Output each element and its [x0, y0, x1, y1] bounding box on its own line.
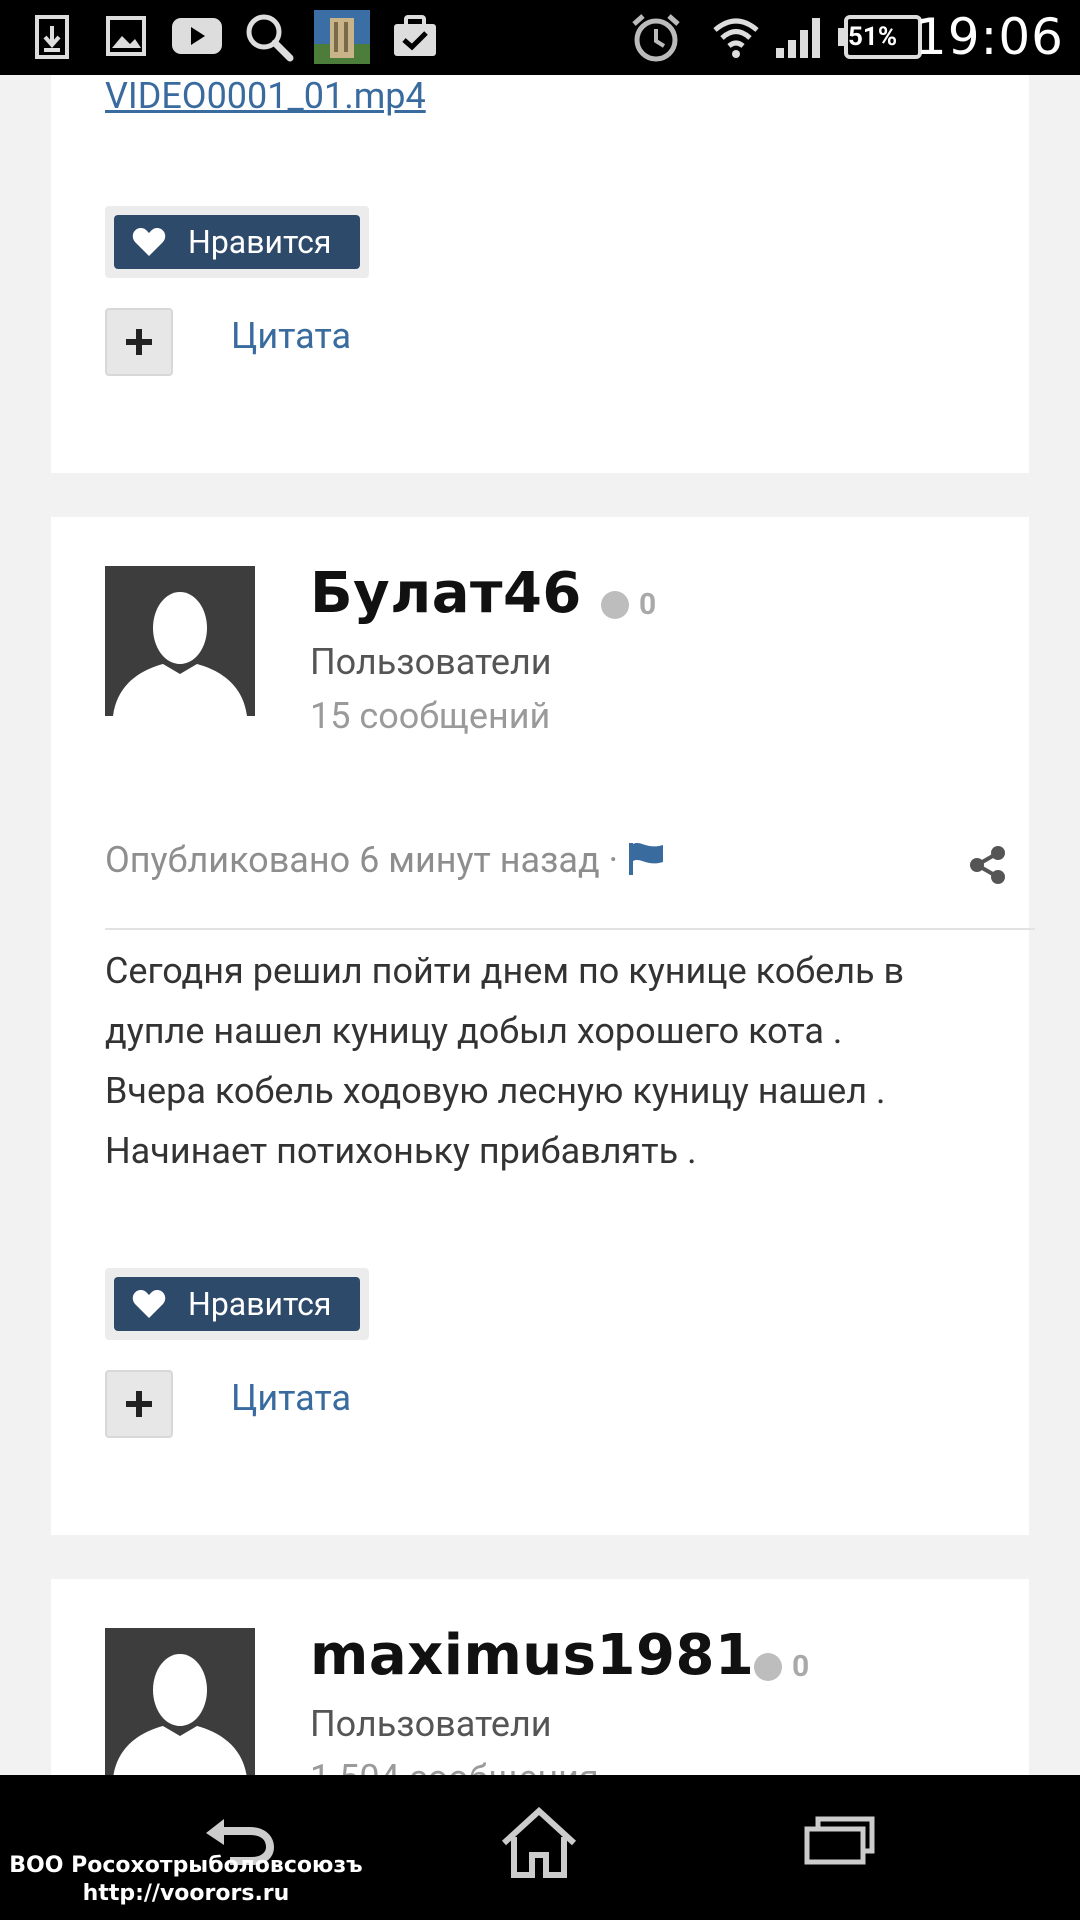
heart-icon — [132, 228, 166, 256]
share-icon[interactable] — [969, 845, 1007, 885]
post-count: 15 сообщений — [310, 695, 551, 737]
attachment-link[interactable]: VIDEO0001_01.mp4 — [105, 75, 426, 117]
meta-separator: · — [608, 839, 619, 881]
like-button[interactable]: Нравится — [114, 1277, 360, 1331]
like-button[interactable]: Нравится — [114, 215, 360, 269]
post-body-line: дупле нашел куницу добыл хорошего кота . — [105, 1010, 843, 1052]
reputation-badge: 0 — [601, 587, 656, 622]
avatar[interactable] — [105, 1628, 255, 1775]
alarm-icon — [632, 14, 680, 62]
wifi-icon — [713, 18, 759, 58]
default-avatar-icon — [113, 592, 247, 716]
battery-percent: 51% — [848, 22, 898, 52]
task-check-icon — [394, 15, 436, 56]
author-name[interactable]: Булат46 — [310, 561, 582, 626]
home-icon[interactable] — [498, 1807, 580, 1879]
plus-icon — [126, 1391, 152, 1417]
multiquote-button[interactable] — [105, 1370, 173, 1438]
youtube-icon — [172, 18, 222, 54]
post-count: 1 504 сообщения — [310, 1757, 599, 1775]
author-name[interactable]: maximus1981 — [310, 1623, 754, 1688]
post-body: Сегодня решил пойти днем по кунице кобел… — [105, 941, 1035, 1181]
reputation-badge: 0 — [754, 1649, 809, 1684]
post-card: Булат46 0 Пользователи 15 сообщений Опуб… — [51, 517, 1035, 1535]
app-thumbnail-icon — [314, 10, 370, 64]
reputation-value: 0 — [639, 587, 657, 622]
gallery-icon — [106, 16, 146, 56]
recent-apps-icon[interactable] — [804, 1815, 876, 1865]
search-icon — [246, 14, 294, 62]
next-post-card: maximus1981 0 Пользователи 1 504 сообщен… — [51, 1579, 1029, 1775]
avatar[interactable] — [105, 566, 255, 716]
like-label: Нравится — [188, 1285, 332, 1323]
reputation-dot-icon — [754, 1652, 782, 1681]
post-divider — [105, 928, 1035, 930]
previous-post-card: VIDEO0001_01.mp4 Нравится Цитата — [51, 75, 1029, 473]
signal-icon — [776, 18, 820, 58]
posts-column: VIDEO0001_01.mp4 Нравится Цитата Булат46… — [30, 75, 1050, 1775]
download-icon — [35, 15, 69, 59]
watermark: ВОО Росохотрыболовсоюзъ http://voorors.r… — [6, 1852, 366, 1908]
post-meta: Опубликовано 6 минут назад · — [105, 839, 665, 881]
quote-link[interactable]: Цитата — [231, 1377, 351, 1419]
report-flag-icon[interactable] — [627, 842, 665, 876]
reputation-value: 0 — [792, 1649, 810, 1684]
status-bar: 51% 19:06 — [0, 0, 1080, 75]
forum-thread[interactable]: VIDEO0001_01.mp4 Нравится Цитата Булат46… — [0, 75, 1080, 1775]
post-body-line: Начинает потихоньку прибавлять . — [105, 1130, 697, 1172]
post-body-line: Сегодня решил пойти днем по кунице кобел… — [105, 950, 905, 992]
watermark-line1: ВОО Росохотрыболовсоюзъ — [9, 1853, 363, 1878]
like-wrapper: Нравится — [105, 1268, 369, 1340]
heart-icon — [132, 1290, 166, 1318]
plus-icon — [126, 329, 152, 355]
watermark-line2: http://voorors.ru — [82, 1881, 290, 1906]
published-time[interactable]: Опубликовано 6 минут назад — [105, 839, 600, 881]
clock: 19:06 — [914, 8, 1064, 66]
reputation-dot-icon — [601, 590, 629, 619]
post-body-line: Вчера кобель ходовую лесную куницу нашел… — [105, 1070, 886, 1112]
user-group: Пользователи — [310, 1703, 552, 1745]
quote-link[interactable]: Цитата — [231, 315, 351, 357]
like-wrapper: Нравится — [105, 206, 369, 278]
like-label: Нравится — [188, 223, 332, 261]
multiquote-button[interactable] — [105, 308, 173, 376]
default-avatar-icon — [113, 1654, 247, 1775]
user-group: Пользователи — [310, 641, 552, 683]
